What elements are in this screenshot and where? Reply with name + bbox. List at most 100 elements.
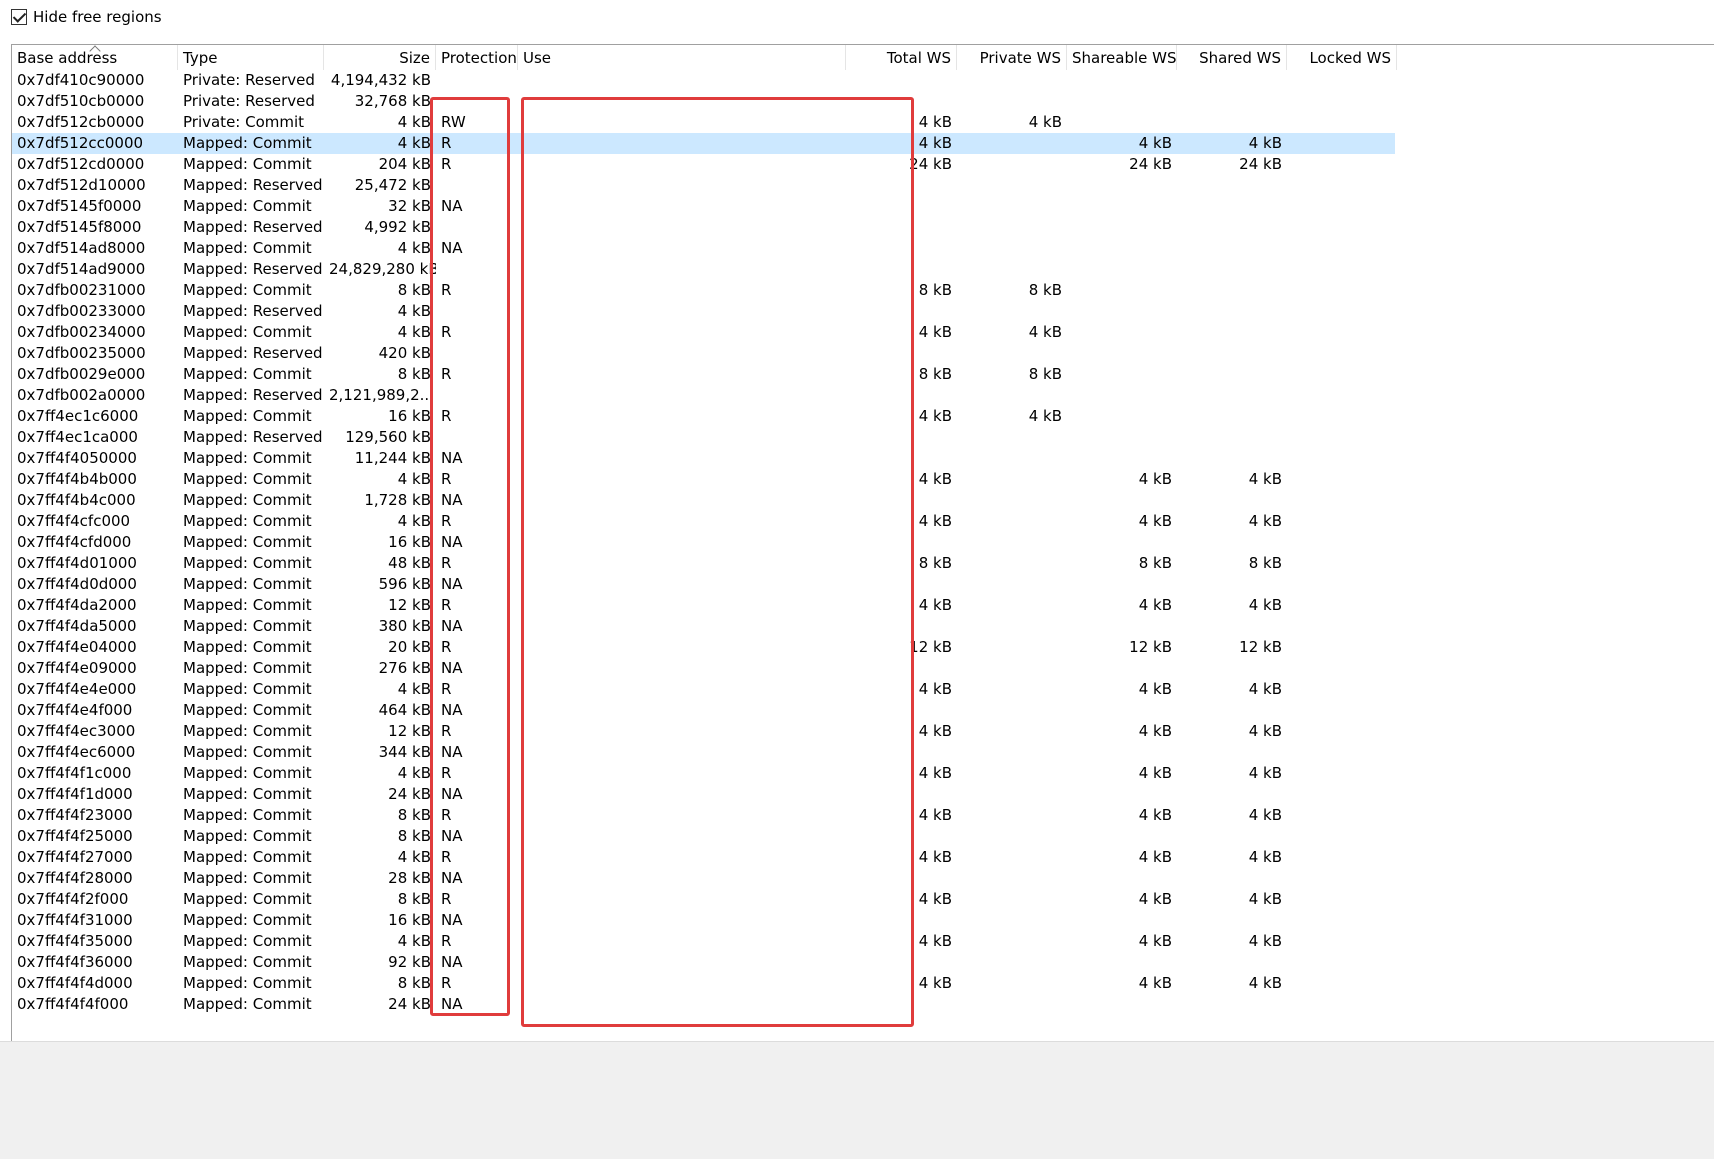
- cell-shareable-ws: [1067, 70, 1177, 91]
- cell-private-ws: [957, 616, 1067, 637]
- cell-private-ws: [957, 301, 1067, 322]
- cell-private-ws: [957, 847, 1067, 868]
- cell-private-ws: [957, 826, 1067, 847]
- cell-size: 4,194,432 kB: [330, 71, 431, 89]
- col-header-type[interactable]: Type: [178, 45, 324, 70]
- col-header-total-ws[interactable]: Total WS: [846, 45, 957, 70]
- cell-type: Mapped: Commit: [183, 533, 312, 551]
- cell-shared-ws: 4 kB: [1248, 680, 1282, 698]
- cell-base-address: 0x7ff4f4050000: [17, 449, 137, 467]
- cell-type: Mapped: Reserved: [183, 428, 323, 446]
- cell-size: 276 kB: [378, 659, 431, 677]
- col-header-private-ws[interactable]: Private WS: [957, 45, 1067, 70]
- cell-locked-ws: [1287, 469, 1397, 490]
- col-header-locked-ws[interactable]: Locked WS: [1287, 45, 1397, 70]
- cell-private-ws: [957, 973, 1067, 994]
- col-header-protection[interactable]: Protection: [436, 45, 518, 70]
- cell-private-ws: [957, 931, 1067, 952]
- cell-shareable-ws: 4 kB: [1138, 974, 1172, 992]
- cell-locked-ws: [1287, 112, 1397, 133]
- cell-shared-ws: [1177, 112, 1287, 133]
- cell-shared-ws: [1177, 826, 1287, 847]
- cell-locked-ws: [1287, 511, 1397, 532]
- cell-type: Mapped: Commit: [183, 932, 312, 950]
- cell-base-address: 0x7df5145f0000: [17, 197, 142, 215]
- cell-shared-ws: 4 kB: [1248, 974, 1282, 992]
- cell-size: 4 kB: [397, 239, 431, 257]
- cell-shareable-ws: 4 kB: [1138, 596, 1172, 614]
- hide-free-regions-checkbox[interactable]: [11, 9, 27, 25]
- cell-type: Mapped: Commit: [183, 722, 312, 740]
- cell-private-ws: [957, 532, 1067, 553]
- cell-locked-ws: [1287, 910, 1397, 931]
- cell-locked-ws: [1287, 364, 1397, 385]
- cell-shared-ws: [1177, 322, 1287, 343]
- cell-type: Mapped: Commit: [183, 911, 312, 929]
- cell-size: 8 kB: [397, 806, 431, 824]
- cell-shareable-ws: [1067, 910, 1177, 931]
- col-header-shareable-ws[interactable]: Shareable WS: [1067, 45, 1177, 70]
- cell-shared-ws: [1177, 490, 1287, 511]
- cell-size: 4 kB: [397, 680, 431, 698]
- cell-base-address: 0x7ff4f4e4f000: [17, 701, 133, 719]
- cell-base-address: 0x7ff4f4da5000: [17, 617, 137, 635]
- cell-shared-ws: [1177, 217, 1287, 238]
- hide-free-regions-label[interactable]: Hide free regions: [33, 8, 162, 26]
- cell-shared-ws: 4 kB: [1248, 848, 1282, 866]
- cell-shared-ws: [1177, 952, 1287, 973]
- cell-type: Mapped: Commit: [183, 806, 312, 824]
- cell-type: Mapped: Commit: [183, 995, 312, 1013]
- col-header-use[interactable]: Use: [518, 45, 846, 70]
- cell-locked-ws: [1287, 784, 1397, 805]
- cell-size: 28 kB: [388, 869, 431, 887]
- cell-type: Mapped: Commit: [183, 659, 312, 677]
- cell-base-address: 0x7ff4f4cfc000: [17, 512, 131, 530]
- cell-base-address: 0x7dfb00234000: [17, 323, 146, 341]
- cell-size: 8 kB: [397, 890, 431, 908]
- cell-type: Private: Commit: [183, 113, 305, 131]
- cell-base-address: 0x7ff4ec1c6000: [17, 407, 139, 425]
- col-header-base-address[interactable]: Base address: [12, 45, 178, 70]
- cell-size: 4 kB: [397, 932, 431, 950]
- cell-type: Mapped: Commit: [183, 869, 312, 887]
- cell-size: 32 kB: [388, 197, 431, 215]
- cell-shared-ws: 4 kB: [1248, 722, 1282, 740]
- cell-type: Mapped: Commit: [183, 281, 312, 299]
- cell-shared-ws: [1177, 658, 1287, 679]
- cell-shared-ws: [1177, 343, 1287, 364]
- cell-locked-ws: [1287, 889, 1397, 910]
- cell-type: Mapped: Commit: [183, 848, 312, 866]
- cell-size: 24 kB: [388, 995, 431, 1013]
- cell-shared-ws: [1177, 910, 1287, 931]
- cell-shared-ws: [1177, 259, 1287, 280]
- cell-size: 464 kB: [378, 701, 431, 719]
- cell-shared-ws: 4 kB: [1248, 596, 1282, 614]
- cell-private-ws: [957, 238, 1067, 259]
- cell-type: Mapped: Commit: [183, 134, 312, 152]
- cell-private-ws: [957, 133, 1067, 154]
- cell-size: 129,560 kB: [345, 428, 431, 446]
- cell-private-ws: [957, 889, 1067, 910]
- cell-locked-ws: [1287, 616, 1397, 637]
- cell-size: 8 kB: [397, 827, 431, 845]
- cell-size: 4 kB: [397, 302, 431, 320]
- cell-shared-ws: [1177, 532, 1287, 553]
- cell-private-ws: [957, 721, 1067, 742]
- cell-locked-ws: [1287, 931, 1397, 952]
- col-header-shared-ws[interactable]: Shared WS: [1177, 45, 1287, 70]
- cell-shareable-ws: [1067, 112, 1177, 133]
- cell-private-ws: [957, 700, 1067, 721]
- cell-private-ws: [957, 868, 1067, 889]
- cell-shareable-ws: [1067, 532, 1177, 553]
- col-header-size[interactable]: Size: [324, 45, 436, 70]
- cell-shared-ws: [1177, 994, 1287, 1015]
- cell-shareable-ws: [1067, 91, 1177, 112]
- cell-shared-ws: [1177, 574, 1287, 595]
- cell-private-ws: [957, 910, 1067, 931]
- cell-private-ws: [957, 595, 1067, 616]
- table-row[interactable]: 0x7df410c90000 Private: Reserved 4,194,432…: [12, 70, 1714, 91]
- cell-type: Mapped: Commit: [183, 743, 312, 761]
- cell-base-address: 0x7df512cb0000: [17, 113, 145, 131]
- cell-private-ws: [957, 637, 1067, 658]
- cell-shareable-ws: 8 kB: [1138, 554, 1172, 572]
